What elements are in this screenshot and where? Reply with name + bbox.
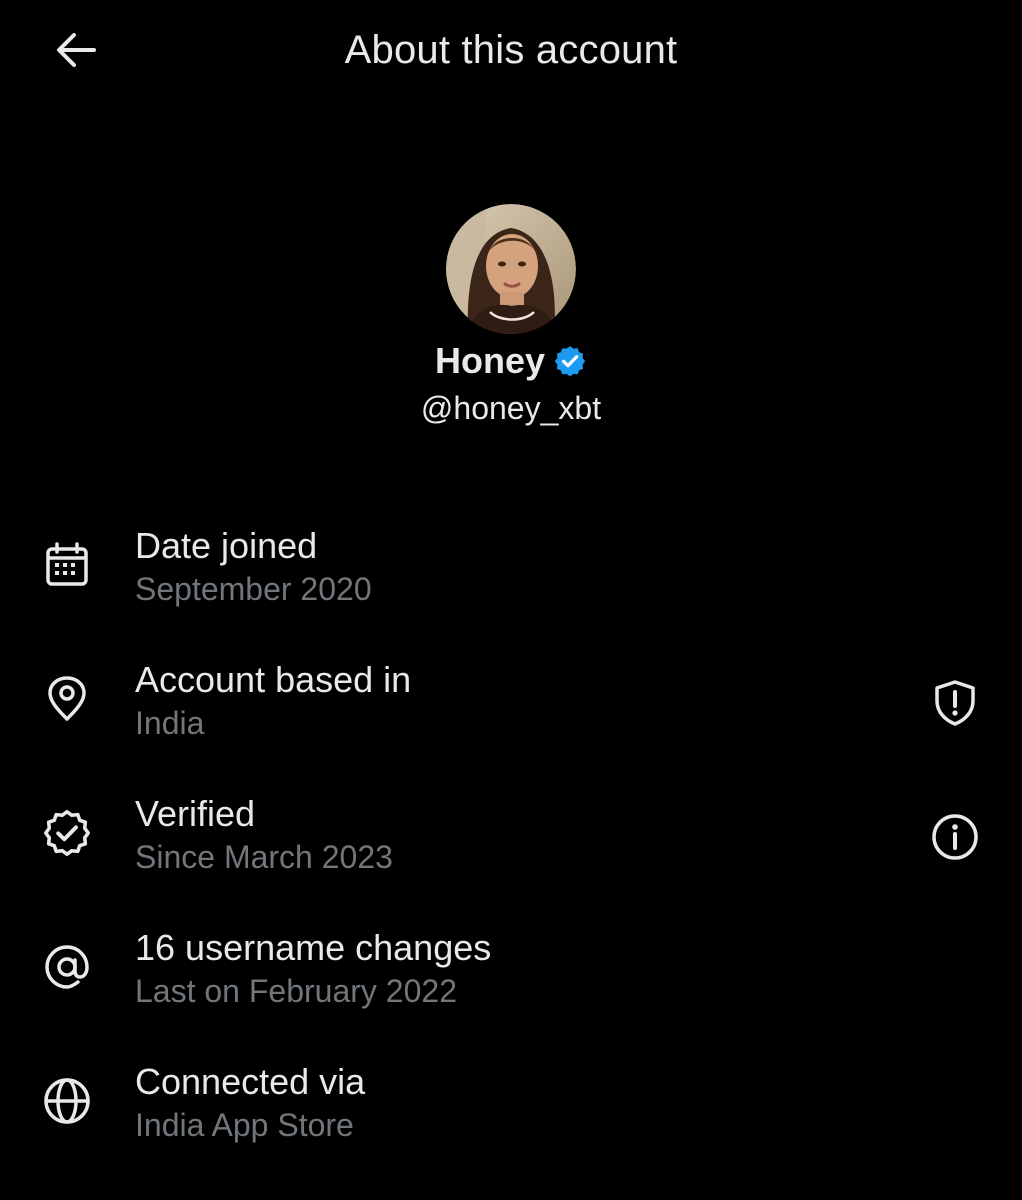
list-item-connected-via: Connected via India App Store bbox=[0, 1054, 1022, 1188]
row-value: Last on February 2022 bbox=[135, 973, 457, 1009]
header-bar: About this account bbox=[0, 0, 1022, 100]
verified-check-icon bbox=[40, 806, 94, 860]
info-icon bbox=[932, 814, 978, 860]
row-value: India App Store bbox=[135, 1107, 354, 1143]
globe-icon bbox=[40, 1074, 94, 1128]
verified-badge-icon[interactable] bbox=[553, 344, 587, 378]
list-item-account-based-in: Account based in India bbox=[0, 652, 1022, 786]
row-value: Since March 2023 bbox=[135, 839, 393, 875]
display-name: Honey bbox=[434, 340, 546, 381]
row-label: Connected via bbox=[135, 1061, 366, 1102]
shield-alert-icon bbox=[935, 680, 975, 726]
calendar-icon bbox=[40, 538, 94, 592]
name-row: Honey bbox=[0, 336, 1022, 386]
list-item-username-changes: 16 username changes Last on February 202… bbox=[0, 920, 1022, 1054]
row-label: Date joined bbox=[135, 525, 318, 566]
verified-info-button[interactable] bbox=[928, 810, 982, 864]
handle: @honey_xbt bbox=[420, 390, 602, 426]
list-item-verified: Verified Since March 2023 bbox=[0, 786, 1022, 920]
page-title: About this account bbox=[344, 28, 678, 72]
avatar[interactable] bbox=[446, 204, 576, 334]
location-pin-icon bbox=[40, 672, 94, 726]
row-value: India bbox=[135, 705, 205, 741]
row-label: Verified bbox=[135, 793, 256, 834]
row-value: September 2020 bbox=[135, 571, 372, 607]
row-label: Account based in bbox=[135, 659, 412, 700]
location-info-button[interactable] bbox=[928, 676, 982, 730]
at-sign-icon bbox=[40, 940, 94, 994]
list-item-date-joined: Date joined September 2020 bbox=[0, 518, 1022, 652]
row-label: 16 username changes bbox=[135, 927, 492, 968]
profile-section: Honey @honey_xbt bbox=[0, 204, 1022, 430]
account-info-list: Date joined September 2020 Account based… bbox=[0, 518, 1022, 1188]
